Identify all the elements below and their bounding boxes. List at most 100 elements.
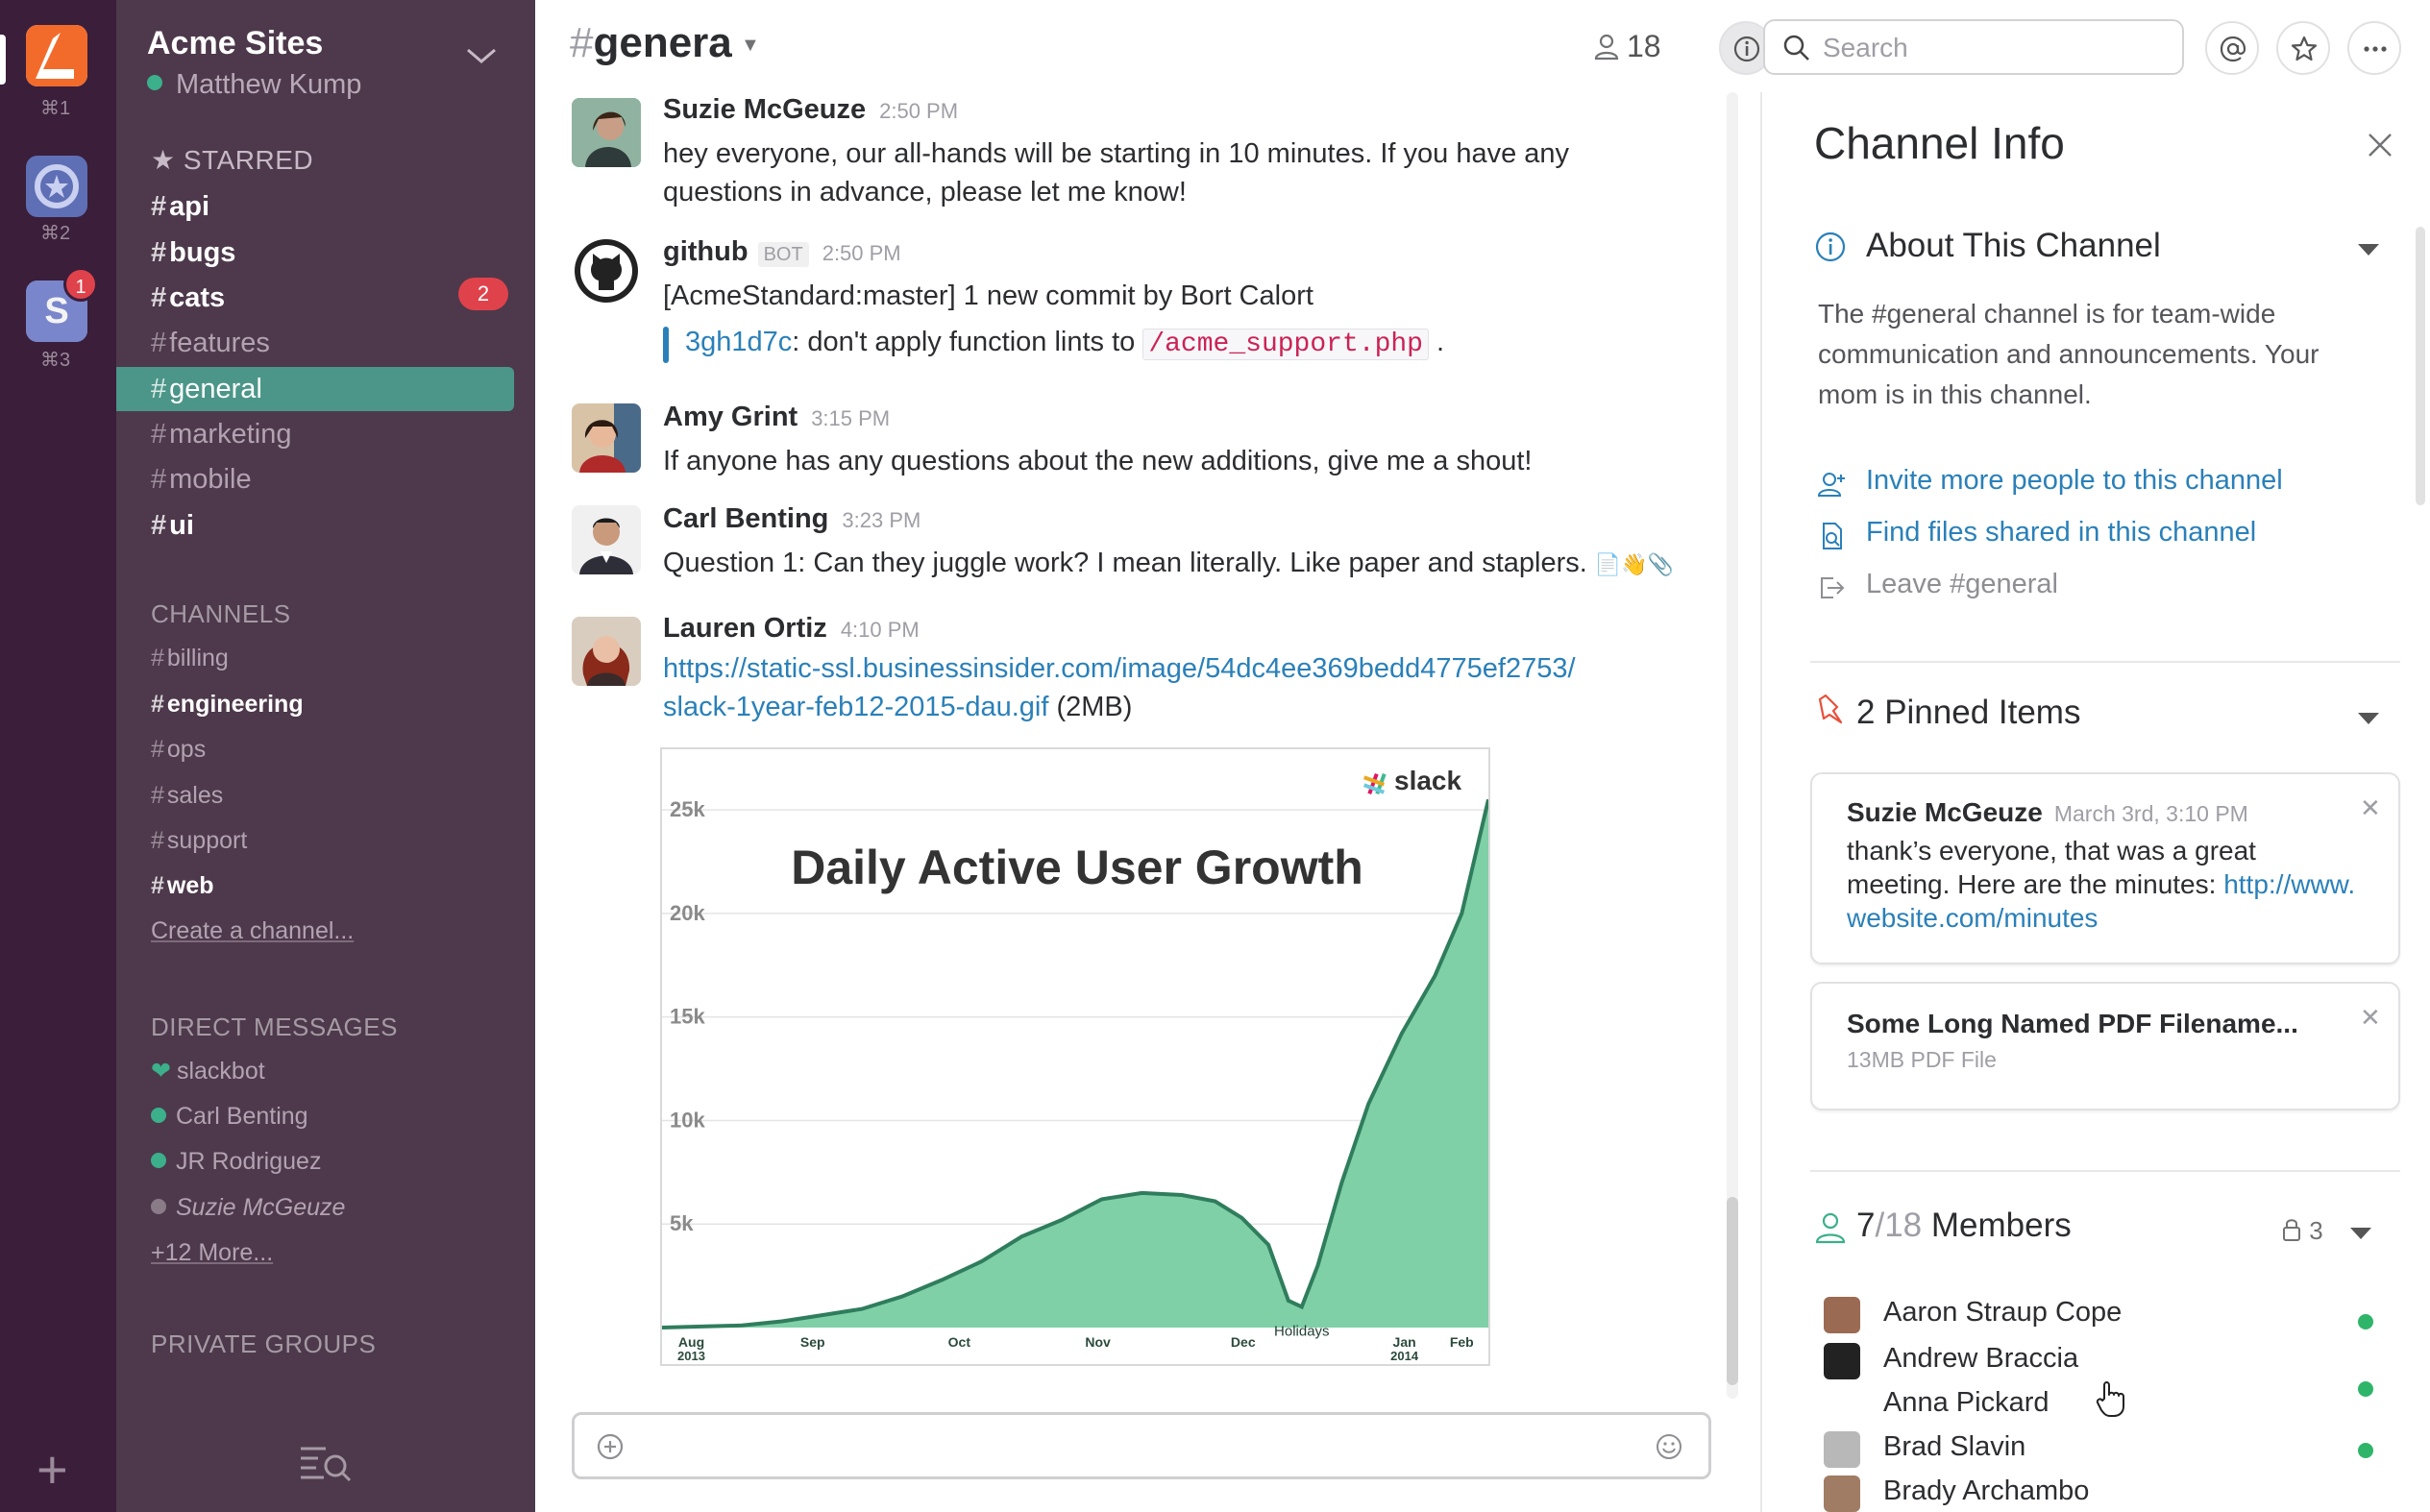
pinned-file-card[interactable]: Some Long Named PDF Filename... 13MB PDF… bbox=[1810, 982, 2400, 1110]
message-input[interactable] bbox=[644, 1428, 1643, 1465]
team-shortcut-2: ⌘2 bbox=[39, 223, 71, 244]
message-author[interactable]: Amy Grint 3:15 PM bbox=[663, 402, 890, 433]
message-author[interactable]: Lauren Ortiz 4:10 PM bbox=[663, 613, 920, 645]
pinned-section-header[interactable]: 2 Pinned Items bbox=[1856, 694, 2080, 732]
pinned-message-card[interactable]: Suzie McGeuze March 3rd, 3:10 PM thank’s … bbox=[1810, 772, 2400, 964]
channel-title[interactable]: #genera bbox=[570, 19, 732, 67]
chart-y-tick-label: 10k bbox=[670, 1108, 705, 1132]
message-time[interactable]: 4:10 PM bbox=[841, 618, 920, 642]
search-field[interactable] bbox=[1763, 19, 2184, 75]
sidebar-channel-ui[interactable]: # ui bbox=[151, 503, 194, 548]
sidebar-channel-api[interactable]: # api bbox=[151, 184, 209, 229]
dm-jr-rodriguez[interactable]: JR Rodriguez bbox=[151, 1148, 321, 1176]
starred-label: STARRED bbox=[183, 145, 314, 175]
attach-plus-icon[interactable] bbox=[596, 1432, 625, 1461]
add-team-plus-icon[interactable]: + bbox=[37, 1443, 68, 1497]
team-name[interactable]: Acme Sites bbox=[147, 25, 323, 62]
channel-name: genera bbox=[593, 19, 732, 66]
channel-label: bugs bbox=[169, 237, 236, 268]
github-octocat-icon[interactable] bbox=[572, 236, 641, 305]
sidebar-channel-sales[interactable]: # sales bbox=[151, 773, 223, 817]
chart-y-tick-label: 25k bbox=[670, 797, 705, 821]
sidebar-channel-billing[interactable]: # billing bbox=[151, 636, 229, 680]
message-author[interactable]: Suzie McGeuze 2:50 PM bbox=[663, 94, 958, 126]
emoji-smile-icon[interactable] bbox=[1655, 1432, 1683, 1461]
sidebar-channel-web[interactable]: # web bbox=[151, 864, 214, 908]
team-acme-icon[interactable] bbox=[26, 25, 87, 86]
scrollbar-thumb[interactable] bbox=[1727, 1197, 1738, 1385]
search-input[interactable] bbox=[1823, 31, 2169, 65]
team-menu-chevron-down-icon[interactable] bbox=[464, 38, 499, 73]
sidebar-channel-support[interactable]: # support bbox=[151, 818, 247, 863]
channels-section-header[interactable]: CHANNELS bbox=[151, 599, 291, 629]
panel-scrollbar-thumb[interactable] bbox=[2416, 227, 2425, 505]
starred-section-header[interactable]: ★ STARRED bbox=[151, 144, 313, 176]
sidebar-channel-marketing[interactable]: # marketing bbox=[151, 412, 291, 456]
create-channel-label: Create a channel... bbox=[151, 917, 355, 944]
chart-x-tick-label: Oct bbox=[948, 1334, 971, 1350]
chart-x-tick-label: Feb bbox=[1450, 1334, 1474, 1350]
sidebar-channel-features[interactable]: # features bbox=[151, 321, 270, 365]
image-link-filename[interactable]: slack-1year-feb12-2015-dau.gif bbox=[663, 692, 1048, 722]
message-time[interactable]: 2:50 PM bbox=[822, 241, 901, 265]
member-count-button[interactable]: 18 bbox=[1592, 29, 1661, 64]
channel-hash: # bbox=[570, 19, 594, 66]
pin-text: thank’s everyone, that was a great meeti… bbox=[1847, 834, 2366, 935]
slack-logo-icon bbox=[1362, 772, 1387, 795]
message-composer[interactable] bbox=[572, 1412, 1711, 1479]
more-actions-button[interactable] bbox=[2347, 21, 2401, 75]
commit-link[interactable]: 3gh1d7c bbox=[685, 327, 792, 357]
avatar[interactable] bbox=[572, 98, 641, 167]
leave-channel-link[interactable]: Leave #general bbox=[1866, 569, 2058, 600]
unpin-close-icon[interactable]: ✕ bbox=[2360, 793, 2381, 823]
find-files-link[interactable]: Find files shared in this channel bbox=[1866, 517, 2256, 549]
dm-carl-benting[interactable]: Carl Benting bbox=[151, 1103, 308, 1131]
online-dot-icon bbox=[2358, 1381, 2373, 1397]
message-time[interactable]: 3:15 PM bbox=[811, 406, 890, 430]
mentions-button[interactable] bbox=[2205, 21, 2259, 75]
avatar[interactable] bbox=[572, 505, 641, 574]
starred-items-button[interactable] bbox=[2276, 21, 2330, 75]
about-collapse-caret-icon[interactable] bbox=[2358, 244, 2379, 256]
messages-scrollbar[interactable] bbox=[1727, 92, 1738, 1399]
team-2-icon[interactable] bbox=[26, 156, 87, 217]
message-time[interactable]: 3:23 PM bbox=[842, 508, 920, 532]
about-section-header[interactable]: About This Channel bbox=[1866, 227, 2161, 265]
image-link[interactable]: https://static-ssl.businessinsider.com/i… bbox=[663, 649, 1681, 688]
more-dms-link[interactable]: +12 More... bbox=[151, 1239, 273, 1267]
channel-menu-caret-icon[interactable]: ▼ bbox=[741, 35, 760, 57]
message-author[interactable]: github BOT 2:50 PM bbox=[663, 236, 901, 268]
members-collapse-caret-icon[interactable] bbox=[2350, 1228, 2371, 1239]
chart-annotation: Holidays bbox=[1274, 1323, 1330, 1339]
invite-people-link[interactable]: Invite more people to this channel bbox=[1866, 465, 2283, 497]
members-section-header[interactable]: 7/18 Members bbox=[1856, 1207, 2072, 1245]
sidebar-channel-bugs[interactable]: # bugs bbox=[151, 231, 235, 275]
quick-switcher-search-icon[interactable] bbox=[299, 1441, 353, 1483]
sidebar-channel-mobile[interactable]: # mobile bbox=[151, 457, 252, 501]
sidebar-channel-ops[interactable]: # ops bbox=[151, 727, 206, 771]
pinned-collapse-caret-icon[interactable] bbox=[2358, 713, 2379, 724]
dm-suzie-mcgeuze[interactable]: Suzie McGeuze bbox=[151, 1194, 345, 1222]
message-line: hey everyone, our all-hands will be star… bbox=[663, 138, 1570, 169]
sidebar-channel-engineering[interactable]: # engineering bbox=[151, 682, 304, 726]
sidebar-channel-cats[interactable]: # cats bbox=[151, 276, 225, 320]
chart-y-tick-label: 15k bbox=[670, 1005, 705, 1029]
sidebar-channel-general[interactable]: # general bbox=[116, 367, 514, 411]
dm-slackbot[interactable]: ❤ slackbot bbox=[151, 1057, 265, 1085]
private-groups-header[interactable]: PRIVATE GROUPS bbox=[151, 1329, 376, 1359]
online-dot-icon bbox=[151, 1153, 166, 1168]
close-icon[interactable] bbox=[2366, 131, 2394, 159]
unpin-close-icon[interactable]: ✕ bbox=[2360, 1003, 2381, 1033]
avatar[interactable] bbox=[572, 403, 641, 473]
author-name: Carl Benting bbox=[663, 503, 829, 534]
message-author[interactable]: Carl Benting 3:23 PM bbox=[663, 503, 920, 535]
more-dms-label: +12 More... bbox=[151, 1239, 274, 1266]
image-attachment[interactable]: 25k 20k 15k 10k 5k Aug 2013 Sep Oct Nov Dec Jan 201… bbox=[660, 747, 1490, 1366]
create-channel-link[interactable]: Create a channel... bbox=[151, 909, 354, 953]
current-user[interactable]: Matthew Kump bbox=[147, 69, 361, 101]
avatar[interactable] bbox=[572, 617, 641, 686]
star-icon: ★ bbox=[151, 145, 176, 175]
member-avatar bbox=[1824, 1475, 1860, 1512]
message-time[interactable]: 2:50 PM bbox=[879, 99, 958, 123]
dm-section-header[interactable]: DIRECT MESSAGES bbox=[151, 1012, 398, 1042]
